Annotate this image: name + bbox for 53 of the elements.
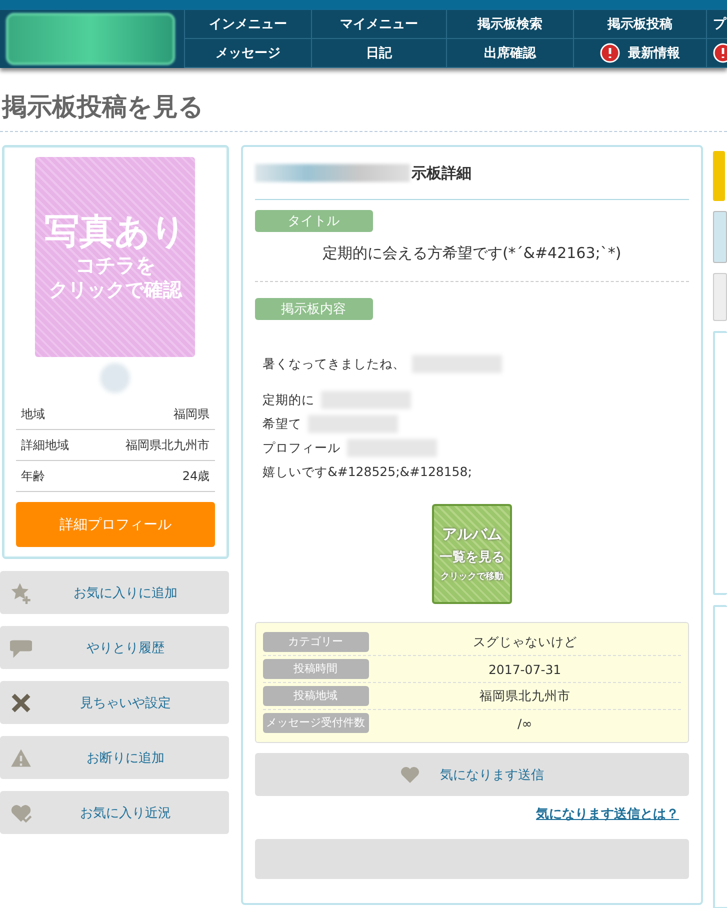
- post-text: 希望て: [262, 415, 302, 433]
- post-text: 定期的に: [262, 391, 315, 409]
- section-tag: タイトル: [254, 210, 373, 232]
- action-button[interactable]: お気に入り近況: [0, 791, 229, 834]
- nav-item[interactable]: 日記: [311, 39, 446, 68]
- action-button[interactable]: [254, 839, 689, 880]
- info-value: /∞: [516, 716, 534, 731]
- nav-item[interactable]: マイメニュー: [311, 10, 446, 39]
- blurred-patch: [100, 363, 130, 393]
- page-title: 掲示板投稿を見る: [0, 90, 727, 132]
- post-text: 暑くなってきましたね、: [262, 355, 406, 373]
- alert-icon: [713, 43, 727, 63]
- action-button[interactable]: 見ちゃいや設定: [0, 681, 229, 724]
- heart-icon: [400, 766, 420, 784]
- info-value: 2017-07-31: [487, 662, 562, 677]
- post-text: プロフィール: [262, 439, 341, 457]
- post-title: 定期的に会える方希望です(*´&#42163;`*): [254, 232, 689, 282]
- help-link[interactable]: 気になります送信とは？: [536, 807, 679, 822]
- field-value: 福岡県: [174, 406, 210, 423]
- field-label: 詳細地域: [21, 437, 69, 454]
- info-label: カテゴリー: [262, 632, 369, 652]
- nav-item[interactable]: プ: [706, 10, 727, 39]
- alert-icon: [600, 43, 620, 63]
- field-label: 地域: [21, 406, 45, 423]
- panel-heading: 示板詳細: [412, 164, 472, 182]
- info-value: スグじゃないけど: [472, 634, 578, 651]
- field-value: 福岡県北九州市: [126, 437, 210, 454]
- nav-item[interactable]: 掲示板投稿: [573, 10, 706, 39]
- nav-item[interactable]: 最新情報: [573, 39, 706, 68]
- info-label: 投稿地域: [262, 686, 369, 706]
- post-text: 嬉しいです&#128525;&#128158;: [262, 463, 472, 481]
- warning-icon: [10, 746, 32, 768]
- action-button[interactable]: やりとり履歴: [0, 626, 229, 669]
- action-button[interactable]: お気に入りに追加: [0, 571, 229, 614]
- side-banner[interactable]: [713, 211, 727, 263]
- nav-item[interactable]: [706, 39, 727, 68]
- field-label: 年齢: [21, 468, 45, 485]
- info-label: 投稿時間: [262, 659, 369, 680]
- nav-item[interactable]: メッセージ: [184, 39, 311, 68]
- nav-item[interactable]: インメニュー: [184, 10, 311, 39]
- nav-item[interactable]: 掲示板検索: [446, 10, 573, 39]
- star-icon: [10, 582, 32, 604]
- cross-icon: [10, 692, 32, 714]
- nav-item[interactable]: 出席確認: [446, 39, 573, 68]
- info-label: メッセージ受付件数: [262, 713, 369, 734]
- send-button[interactable]: 気になります送信: [254, 753, 689, 796]
- side-banner[interactable]: [713, 151, 725, 201]
- side-banner[interactable]: [713, 273, 727, 321]
- logo[interactable]: [6, 13, 175, 65]
- info-value: 福岡県北九州市: [478, 688, 572, 705]
- action-button[interactable]: お断りに追加: [0, 736, 229, 779]
- section-tag: 掲示板内容: [254, 298, 373, 320]
- field-value: 24歳: [182, 468, 210, 485]
